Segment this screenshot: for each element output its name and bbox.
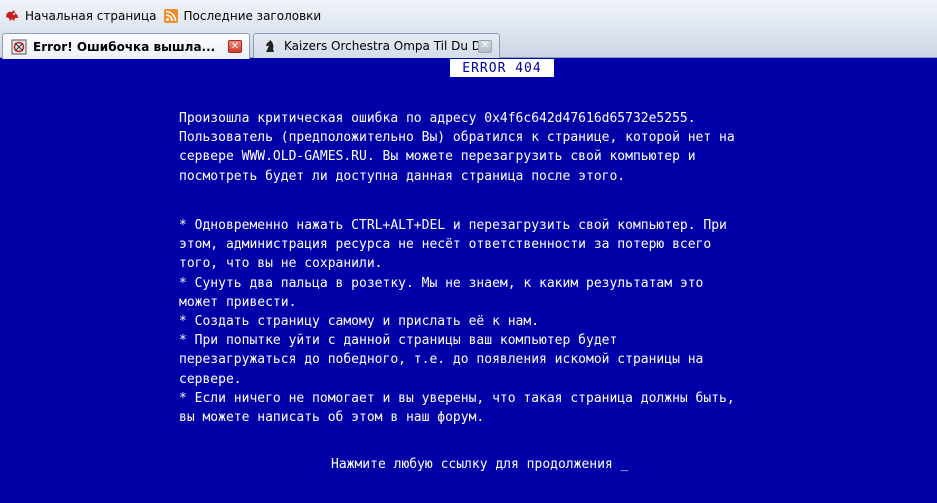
- bookmark-home-label: Начальная страница: [25, 8, 157, 23]
- bookmark-recent-headlines[interactable]: Последние заголовки: [163, 8, 322, 24]
- bookmarks-bar: Начальная страница Последние заголовки: [0, 0, 937, 31]
- bookmark-home[interactable]: Начальная страница: [4, 8, 157, 24]
- error-description: Произошла критическая ошибка по адресу 0…: [179, 111, 735, 184]
- home-icon: [6, 9, 18, 21]
- site-favicon-icon: [11, 39, 27, 54]
- tab-title: Kaizers Orchestra Ompa Til Du Dør ...: [284, 39, 478, 53]
- bookmark-recent-headlines-label: Последние заголовки: [183, 8, 322, 23]
- error-suggestions: * Одновременно нажать CTRL+ALT+DEL и пер…: [179, 218, 735, 426]
- tab-title: Error! Ошибочка вышла...: [33, 39, 216, 54]
- chess-knight-icon: [266, 40, 274, 52]
- tab-error-page[interactable]: Error! Ошибочка вышла... ✕: [2, 33, 250, 59]
- continue-prompt: Нажмите любую ссылку для продолжения _: [331, 457, 629, 472]
- rss-icon: [163, 8, 178, 23]
- close-tab-icon[interactable]: ✕: [228, 40, 242, 53]
- tab-strip: Error! Ошибочка вышла... ✕ Kaizers Orche…: [0, 31, 937, 59]
- error-title: ERROR 404: [450, 59, 554, 77]
- page-content: ERROR 404 Произошла критическая ошибка п…: [0, 59, 937, 503]
- close-tab-icon[interactable]: ✕: [478, 39, 492, 53]
- tab-kaizers-orchestra[interactable]: Kaizers Orchestra Ompa Til Du Dør ... ✕: [253, 33, 500, 58]
